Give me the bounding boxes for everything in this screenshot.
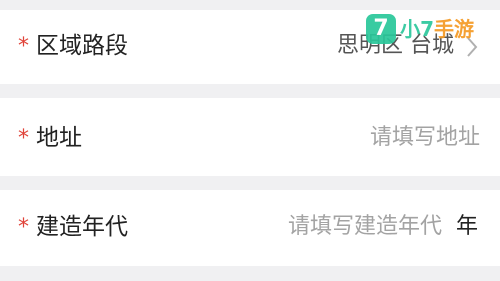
- required-asterisk: *: [18, 215, 29, 240]
- build-year-input[interactable]: 请填写建造年代: [288, 213, 442, 241]
- logo-text-main: 小7: [400, 17, 434, 41]
- build-year-row[interactable]: * 建造年代 请填写建造年代 年: [0, 190, 500, 266]
- district-label: 区域路段: [36, 33, 128, 59]
- required-asterisk: *: [18, 34, 29, 59]
- form-page: * 区域路段 思明区 台城 * 地址 请填写地址 * 建造年代 请填写建造年代 …: [0, 0, 500, 281]
- build-year-label: 建造年代: [36, 214, 128, 240]
- logo-icon: 7: [366, 14, 397, 44]
- logo-text: 小7手游: [400, 14, 474, 44]
- watermark-logo: 7 小7手游: [366, 14, 474, 44]
- address-input[interactable]: 请填写地址: [370, 124, 480, 152]
- logo-text-accent: 手游: [434, 17, 474, 41]
- address-row[interactable]: * 地址 请填写地址: [0, 98, 500, 176]
- required-asterisk: *: [18, 126, 29, 151]
- year-unit-label: 年: [455, 214, 478, 239]
- address-label: 地址: [36, 125, 82, 151]
